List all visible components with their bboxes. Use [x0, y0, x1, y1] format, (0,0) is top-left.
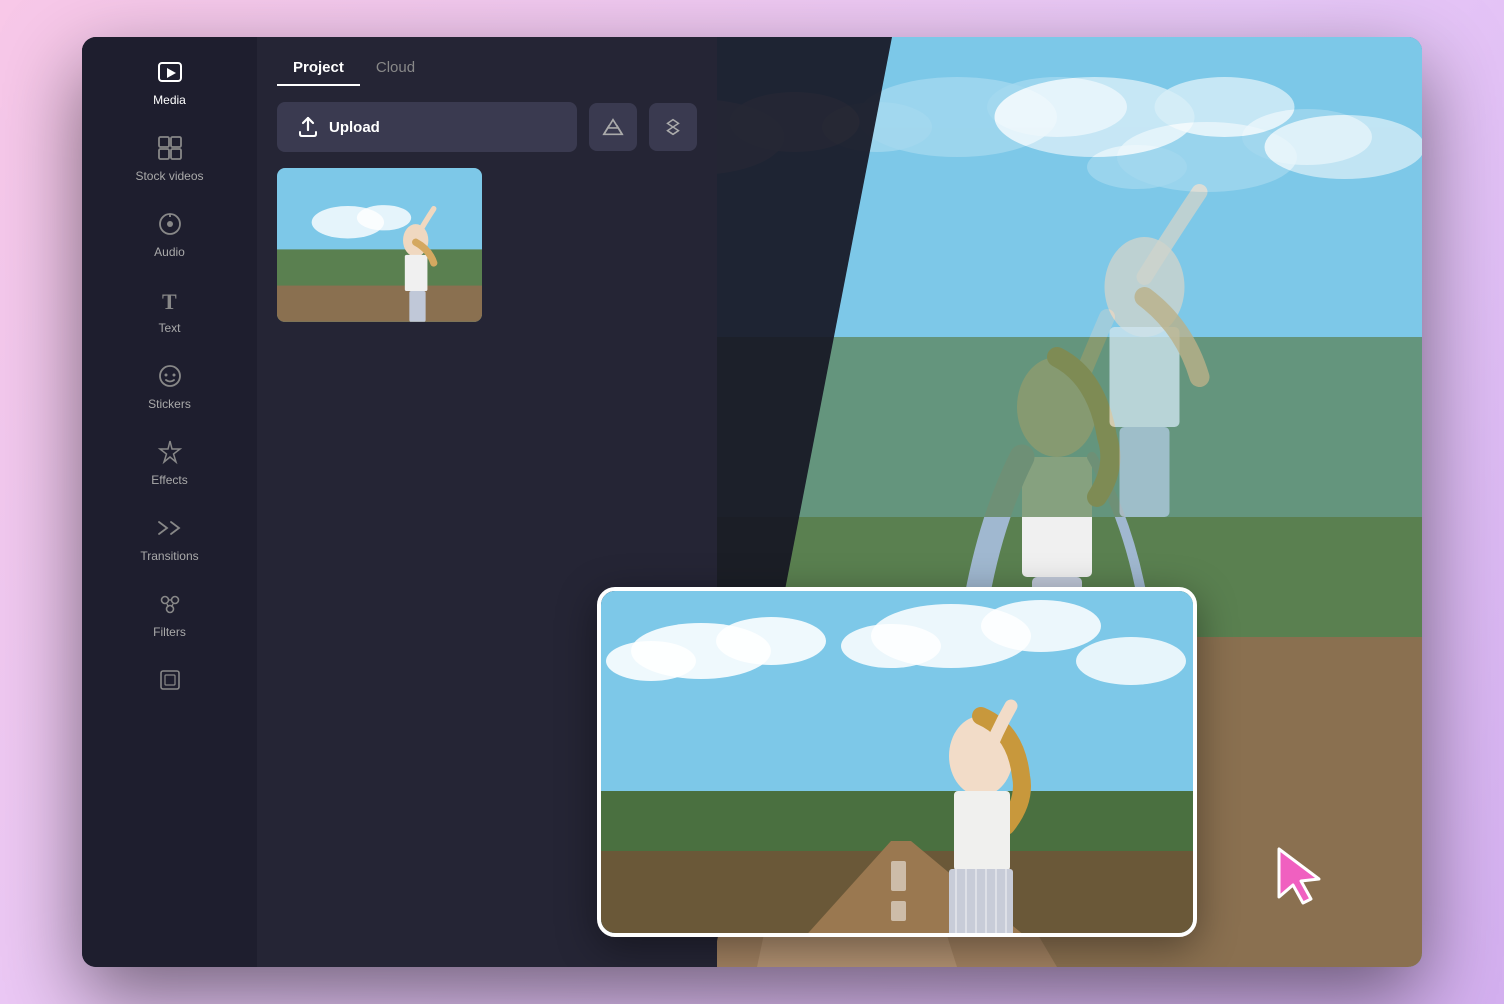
dropbox-icon — [662, 116, 684, 138]
sidebar-item-text[interactable]: T Text — [82, 275, 257, 347]
sidebar-item-filters[interactable]: Filters — [82, 579, 257, 651]
sidebar-item-stock[interactable]: Stock videos — [82, 123, 257, 195]
sidebar-item-3d[interactable] — [82, 655, 257, 709]
google-drive-button[interactable] — [589, 103, 637, 151]
preview-frame — [597, 587, 1197, 937]
main-body: Project Cloud Upload — [257, 37, 1422, 967]
cursor-arrow — [1275, 845, 1327, 907]
media-grid — [257, 168, 717, 322]
sidebar-item-audio-label: Audio — [154, 245, 185, 259]
sidebar-item-effects[interactable]: Effects — [82, 427, 257, 499]
thumb-svg-1 — [277, 168, 482, 322]
sidebar-item-audio[interactable]: Audio — [82, 199, 257, 271]
drive-icon — [602, 116, 624, 138]
svg-text:T: T — [162, 289, 177, 313]
sidebar-item-text-label: Text — [158, 321, 180, 335]
audio-icon — [157, 211, 183, 241]
sidebar-item-transitions-label: Transitions — [140, 549, 198, 563]
sidebar-item-effects-label: Effects — [151, 473, 187, 487]
tab-project[interactable]: Project — [277, 49, 360, 86]
media-thumbnail-1[interactable] — [277, 168, 482, 322]
stock-icon — [157, 135, 183, 165]
upload-button[interactable]: Upload — [277, 102, 577, 152]
sidebar-item-media[interactable]: Media — [82, 47, 257, 119]
transitions-icon — [157, 515, 183, 545]
stickers-icon — [157, 363, 183, 393]
cursor — [1275, 845, 1327, 912]
sidebar-item-stickers[interactable]: Stickers — [82, 351, 257, 423]
tabs-row: Project Cloud — [257, 37, 717, 86]
preview-svg — [601, 591, 1197, 937]
tab-cloud[interactable]: Cloud — [360, 49, 431, 86]
sidebar-item-stickers-label: Stickers — [148, 397, 191, 411]
effects-icon — [157, 439, 183, 469]
text-icon: T — [157, 287, 183, 317]
upload-row: Upload — [257, 86, 717, 168]
upload-icon — [297, 116, 319, 138]
sidebar: Media Stock videos — [82, 37, 257, 967]
sidebar-item-filters-label: Filters — [153, 625, 186, 639]
sidebar-item-media-label: Media — [153, 93, 186, 107]
filters-icon — [157, 591, 183, 621]
sidebar-item-stock-label: Stock videos — [135, 169, 203, 183]
media-icon — [157, 59, 183, 89]
3d-icon — [157, 667, 183, 697]
app-window: Media Stock videos — [82, 37, 1422, 967]
dropbox-button[interactable] — [649, 103, 697, 151]
sidebar-item-transitions[interactable]: Transitions — [82, 503, 257, 575]
